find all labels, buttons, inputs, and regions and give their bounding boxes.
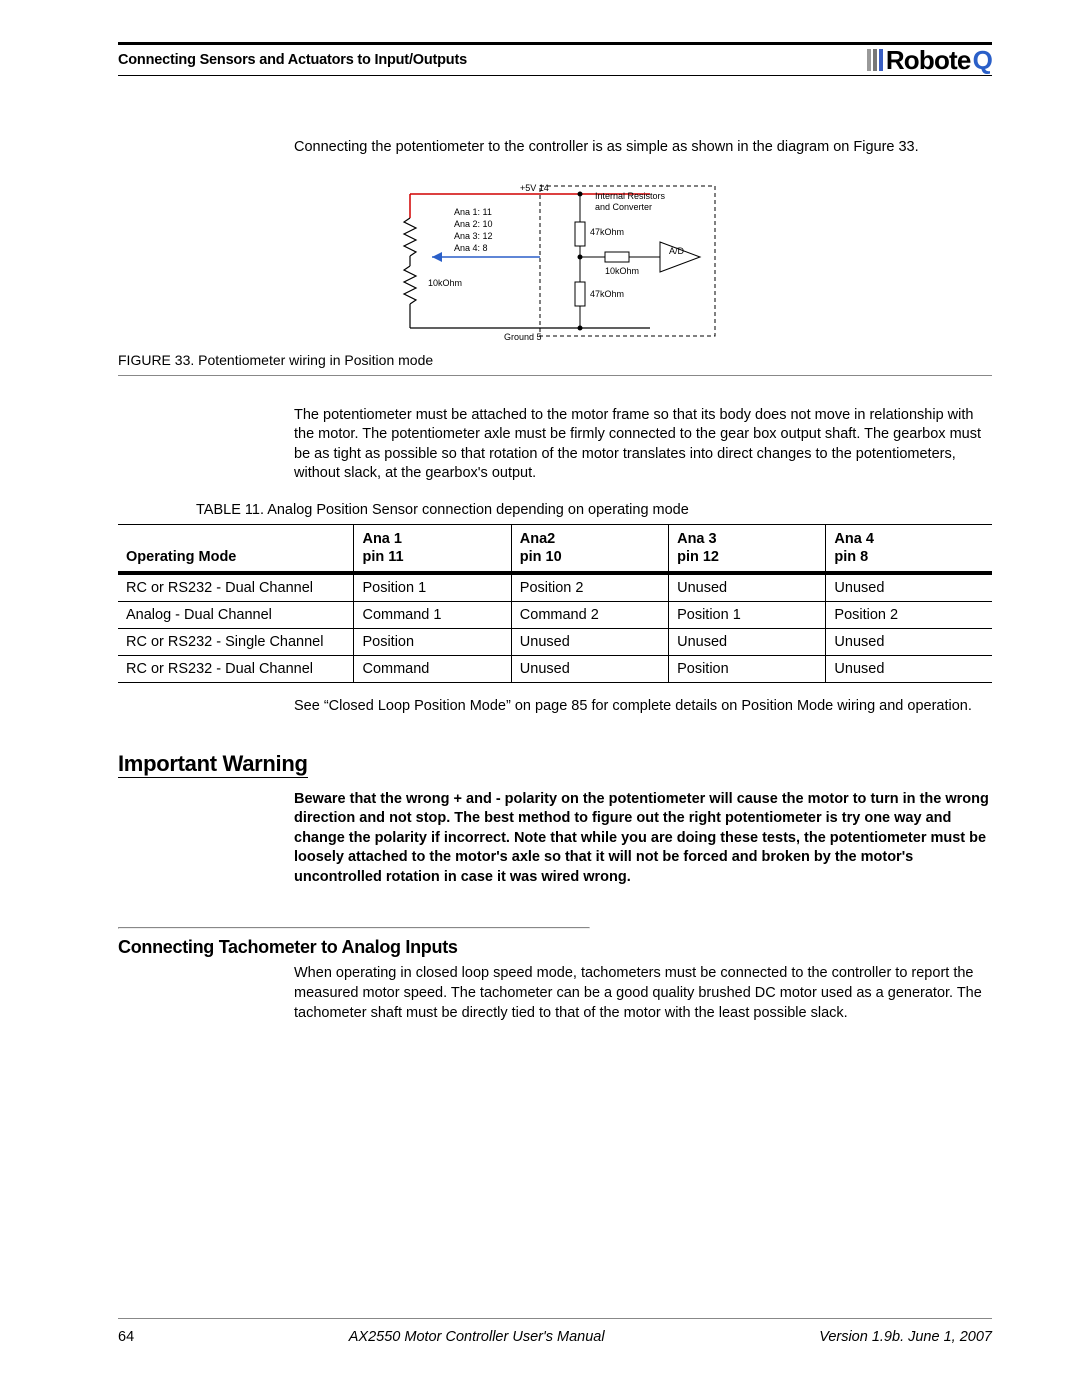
svg-text:47kOhm: 47kOhm (590, 289, 624, 299)
svg-text:47kOhm: 47kOhm (590, 227, 624, 237)
section-heading-tachometer: Connecting Tachometer to Analog Inputs (118, 937, 992, 958)
svg-text:Ground 5: Ground 5 (504, 332, 542, 342)
svg-text:+5V 14: +5V 14 (520, 183, 549, 193)
svg-text:Ana 2: 10: Ana 2: 10 (454, 219, 493, 229)
svg-text:10kOhm: 10kOhm (428, 278, 462, 288)
th-operating-mode: Operating Mode (126, 549, 236, 565)
table-row: RC or RS232 - Dual Channel Position 1 Po… (118, 575, 992, 602)
logo-text: Robote (886, 45, 971, 76)
potentiometer-wiring-svg: +5V 14 Internal Resistors and Converter … (370, 182, 740, 342)
page-number: 64 (118, 1329, 134, 1345)
brand-logo: RoboteQ (867, 45, 992, 76)
footer-right: Version 1.9b. June 1, 2007 (819, 1329, 992, 1345)
analog-table: Operating Mode Ana 1pin 11 Ana2pin 10 An… (118, 524, 992, 683)
warning-heading: Important Warning (118, 751, 308, 778)
logo-bars-icon (867, 49, 883, 71)
svg-text:Ana 1: 11: Ana 1: 11 (454, 207, 492, 217)
footer-center: AX2550 Motor Controller User's Manual (349, 1329, 605, 1345)
svg-text:Ana 3: 12: Ana 3: 12 (454, 231, 493, 241)
svg-text:Ana 4: 8: Ana 4: 8 (454, 243, 488, 253)
svg-text:and Converter: and Converter (595, 202, 652, 212)
table-caption: TABLE 11. Analog Position Sensor connect… (196, 502, 992, 518)
footer: 64 AX2550 Motor Controller User's Manual… (118, 1318, 992, 1345)
para-potentiometer-mount: The potentiometer must be attached to th… (294, 406, 992, 484)
warning-body: Beware that the wrong + and - polarity o… (294, 790, 992, 888)
table-row: RC or RS232 - Single Channel Position Un… (118, 629, 992, 656)
figure-caption: FIGURE 33. Potentiometer wiring in Posit… (118, 352, 992, 376)
figure-diagram: +5V 14 Internal Resistors and Converter … (118, 182, 992, 342)
table-row: RC or RS232 - Dual Channel Command Unuse… (118, 656, 992, 683)
para-see-closed-loop: See “Closed Loop Position Mode” on page … (294, 697, 992, 717)
svg-text:A/D: A/D (669, 246, 685, 256)
logo-q: Q (973, 45, 992, 76)
table-row: Analog - Dual Channel Command 1 Command … (118, 602, 992, 629)
intro-paragraph: Connecting the potentiometer to the cont… (294, 138, 992, 158)
para-tachometer: When operating in closed loop speed mode… (294, 964, 992, 1023)
svg-text:10kOhm: 10kOhm (605, 266, 639, 276)
section-rule (118, 927, 590, 929)
header-title: Connecting Sensors and Actuators to Inpu… (118, 52, 467, 68)
svg-text:Internal Resistors: Internal Resistors (595, 191, 666, 201)
header-bar: Connecting Sensors and Actuators to Inpu… (118, 42, 992, 76)
